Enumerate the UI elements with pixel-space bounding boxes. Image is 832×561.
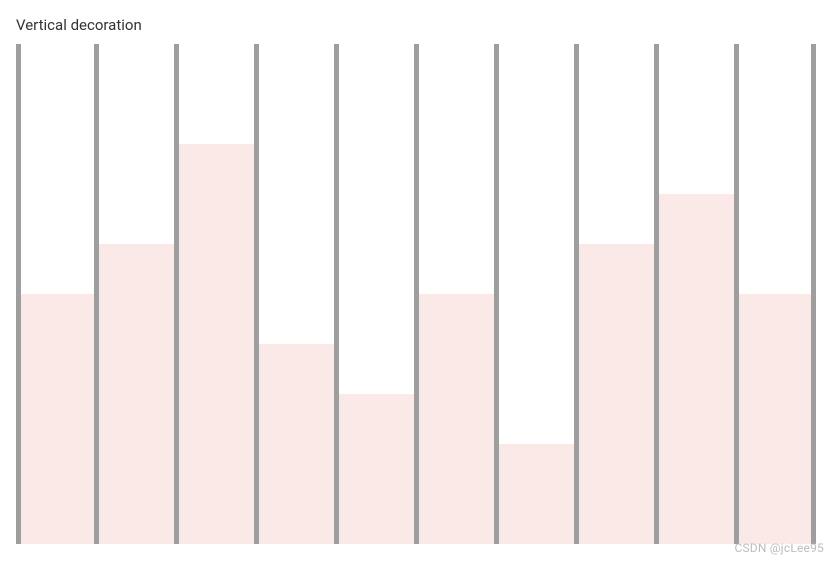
bar-separator bbox=[811, 44, 816, 544]
watermark: CSDN @jcLee95 bbox=[734, 541, 824, 555]
bar bbox=[579, 244, 654, 544]
bar bbox=[339, 394, 414, 544]
plot-area bbox=[16, 44, 816, 544]
bar bbox=[99, 244, 174, 544]
bar bbox=[259, 344, 334, 544]
bar bbox=[659, 194, 734, 544]
bar bbox=[179, 144, 254, 544]
bar bbox=[739, 294, 812, 544]
chart-container: Vertical decoration bbox=[0, 0, 832, 561]
bar bbox=[419, 294, 494, 544]
chart-title: Vertical decoration bbox=[16, 16, 816, 34]
bar bbox=[499, 444, 574, 544]
bar bbox=[21, 294, 94, 544]
